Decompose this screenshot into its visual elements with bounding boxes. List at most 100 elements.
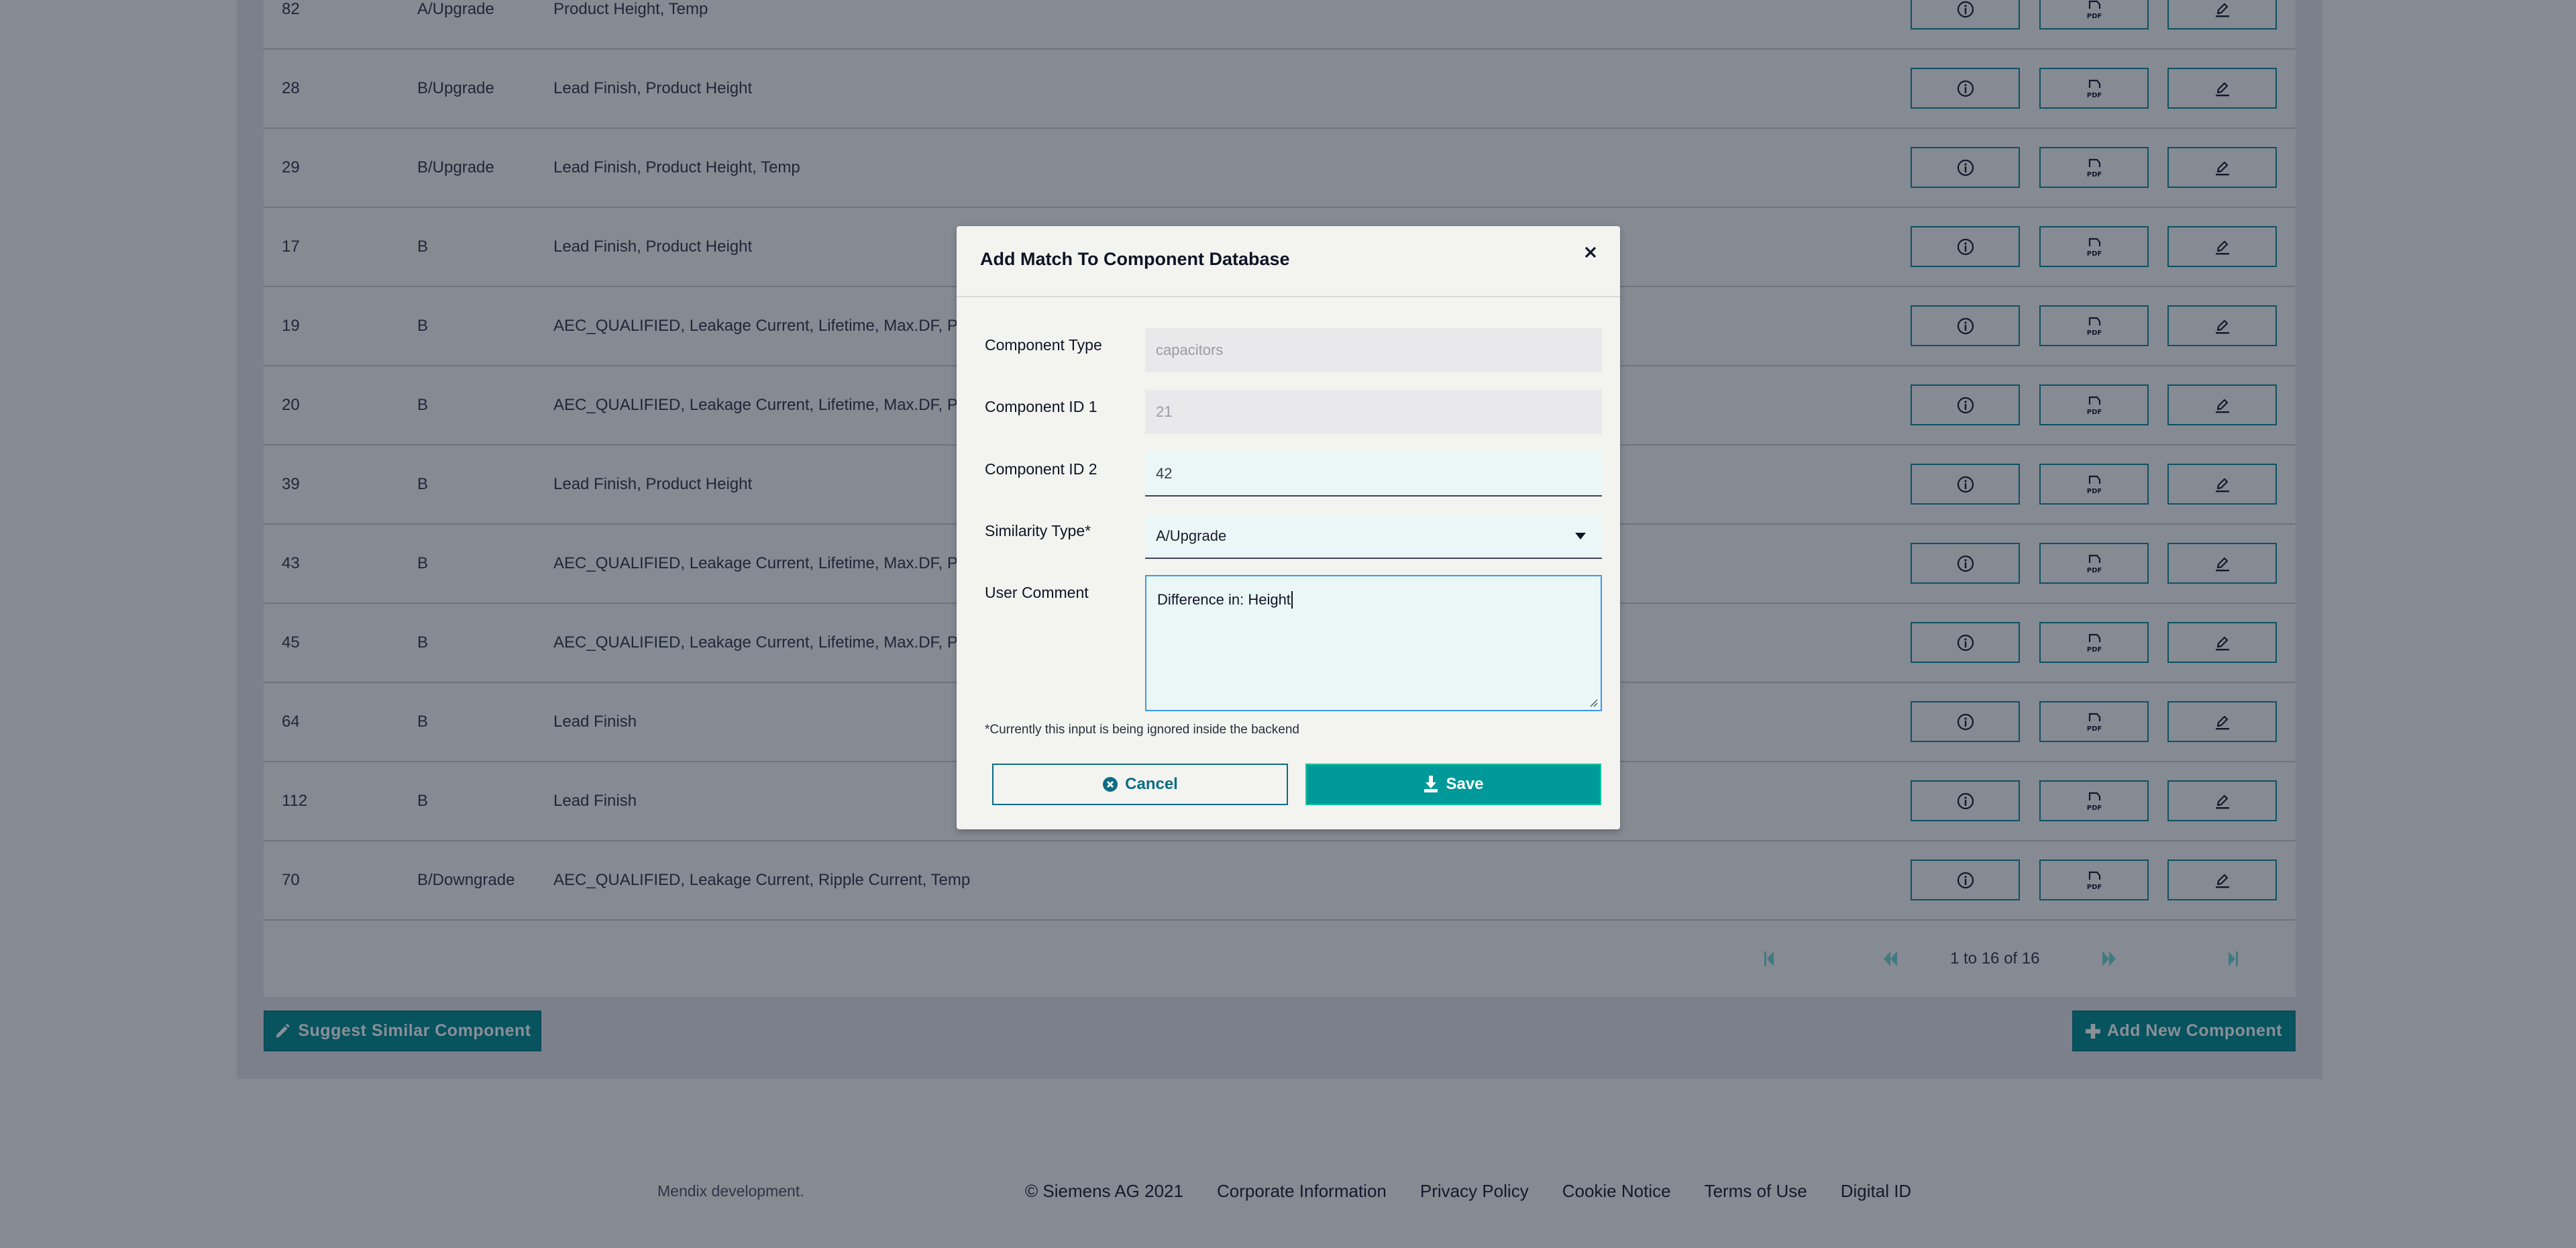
similarity-type-cell: B/Downgrade	[417, 871, 515, 889]
info-button[interactable]	[1911, 860, 2020, 900]
pdf-icon: PDF	[2085, 0, 2104, 19]
component-id1-value: 21	[1156, 403, 1173, 420]
edit-button[interactable]	[2167, 384, 2277, 425]
info-icon	[1957, 555, 1974, 572]
pdf-button[interactable]: PDF	[2039, 780, 2149, 821]
table-row: 29 B/Upgrade Lead Finish, Product Height, …	[264, 129, 2296, 208]
edit-icon	[2214, 317, 2231, 335]
info-button[interactable]	[1911, 622, 2020, 663]
info-icon	[1957, 713, 1974, 731]
similarity-type-cell: B	[417, 554, 429, 572]
info-icon	[1957, 872, 1974, 889]
pdf-button[interactable]: PDF	[2039, 68, 2149, 109]
component-type-label: Component Type	[985, 336, 1102, 354]
component-type-field: capacitors	[1145, 328, 1602, 372]
differences-cell: Lead Finish	[553, 792, 637, 810]
svg-text:PDF: PDF	[2086, 13, 2101, 19]
info-button[interactable]	[1911, 147, 2020, 188]
suggest-similar-component-button[interactable]: Suggest Similar Component	[264, 1010, 541, 1051]
edit-button[interactable]	[2167, 464, 2277, 505]
component-id-cell: 82	[282, 0, 300, 18]
pdf-icon: PDF	[2085, 237, 2104, 257]
pdf-icon: PDF	[2085, 633, 2104, 653]
edit-icon	[2214, 397, 2231, 414]
edit-button[interactable]	[2167, 68, 2277, 109]
info-icon	[1957, 476, 1974, 493]
edit-button[interactable]	[2167, 147, 2277, 188]
pdf-button[interactable]: PDF	[2039, 0, 2149, 30]
info-button[interactable]	[1911, 68, 2020, 109]
edit-icon	[2214, 80, 2231, 97]
save-button[interactable]: Save	[1305, 764, 1601, 805]
svg-text:PDF: PDF	[2086, 488, 2101, 495]
info-button[interactable]	[1911, 0, 2020, 30]
next-page-icon	[2102, 950, 2116, 968]
info-button[interactable]	[1911, 543, 2020, 584]
pdf-button[interactable]: PDF	[2039, 147, 2149, 188]
edit-button[interactable]	[2167, 622, 2277, 663]
edit-button[interactable]	[2167, 226, 2277, 267]
cancel-button[interactable]: Cancel	[992, 764, 1288, 805]
pdf-button[interactable]: PDF	[2039, 543, 2149, 584]
similarity-type-cell: B	[417, 713, 429, 731]
resize-handle-icon[interactable]	[1589, 698, 1598, 707]
component-id2-input[interactable]: 42	[1145, 452, 1602, 497]
pdf-button[interactable]: PDF	[2039, 860, 2149, 900]
svg-text:PDF: PDF	[2086, 725, 2101, 732]
pdf-button[interactable]: PDF	[2039, 622, 2149, 663]
info-button[interactable]	[1911, 305, 2020, 346]
edit-button[interactable]	[2167, 780, 2277, 821]
similarity-type-cell: B	[417, 238, 429, 256]
component-id-cell: 29	[282, 158, 300, 176]
svg-text:PDF: PDF	[2086, 92, 2101, 99]
pdf-button[interactable]: PDF	[2039, 464, 2149, 505]
pdf-button[interactable]: PDF	[2039, 384, 2149, 425]
first-page-button[interactable]	[1759, 947, 1779, 970]
add-match-dialog: Add Match To Component Database Componen…	[957, 226, 1620, 829]
close-icon[interactable]	[1580, 242, 1601, 262]
footer-link[interactable]: Privacy Policy	[1420, 1178, 1529, 1204]
info-icon	[1957, 634, 1974, 652]
similarity-type-cell: B	[417, 633, 429, 652]
user-comment-value: Difference in: Height	[1157, 591, 1291, 608]
svg-text:PDF: PDF	[2086, 171, 2101, 178]
info-button[interactable]	[1911, 701, 2020, 742]
edit-button[interactable]	[2167, 305, 2277, 346]
similarity-type-cell: B/Upgrade	[417, 158, 494, 176]
pdf-button[interactable]: PDF	[2039, 305, 2149, 346]
info-button[interactable]	[1911, 464, 2020, 505]
edit-icon	[2214, 555, 2231, 572]
edit-icon	[2214, 159, 2231, 176]
footer-link[interactable]: Cookie Notice	[1562, 1178, 1671, 1204]
similarity-type-select[interactable]: A/Upgrade	[1145, 515, 1602, 559]
pdf-button[interactable]: PDF	[2039, 226, 2149, 267]
edit-button[interactable]	[2167, 543, 2277, 584]
last-page-button[interactable]	[2223, 947, 2243, 970]
edit-button[interactable]	[2167, 0, 2277, 30]
previous-page-button[interactable]	[1880, 947, 1900, 970]
add-new-component-button[interactable]: Add New Component	[2072, 1010, 2296, 1051]
info-button[interactable]	[1911, 780, 2020, 821]
similarity-type-cell: B	[417, 792, 429, 810]
info-icon	[1957, 1, 1974, 18]
footer-link[interactable]: Terms of Use	[1705, 1178, 1807, 1204]
user-comment-textarea[interactable]: Difference in: Height	[1145, 575, 1602, 711]
info-button[interactable]	[1911, 384, 2020, 425]
footer-link[interactable]: Digital ID	[1841, 1178, 1911, 1204]
component-id-cell: 64	[282, 713, 300, 731]
pdf-button[interactable]: PDF	[2039, 701, 2149, 742]
differences-cell: Lead Finish, Product Height	[553, 79, 753, 97]
similarity-type-cell: B	[417, 396, 429, 414]
footer-link[interactable]: Corporate Information	[1217, 1178, 1387, 1204]
edit-icon	[2214, 713, 2231, 731]
info-button[interactable]	[1911, 226, 2020, 267]
next-page-button[interactable]	[2099, 947, 2119, 970]
info-icon	[1957, 159, 1974, 176]
svg-text:PDF: PDF	[2086, 250, 2101, 257]
component-id-cell: 28	[282, 79, 300, 97]
edit-button[interactable]	[2167, 860, 2277, 900]
suggest-label: Suggest Similar Component	[298, 1021, 531, 1040]
edit-button[interactable]	[2167, 701, 2277, 742]
pagination: 1 to 16 of 16	[264, 921, 2296, 997]
pdf-icon: PDF	[2085, 79, 2104, 99]
